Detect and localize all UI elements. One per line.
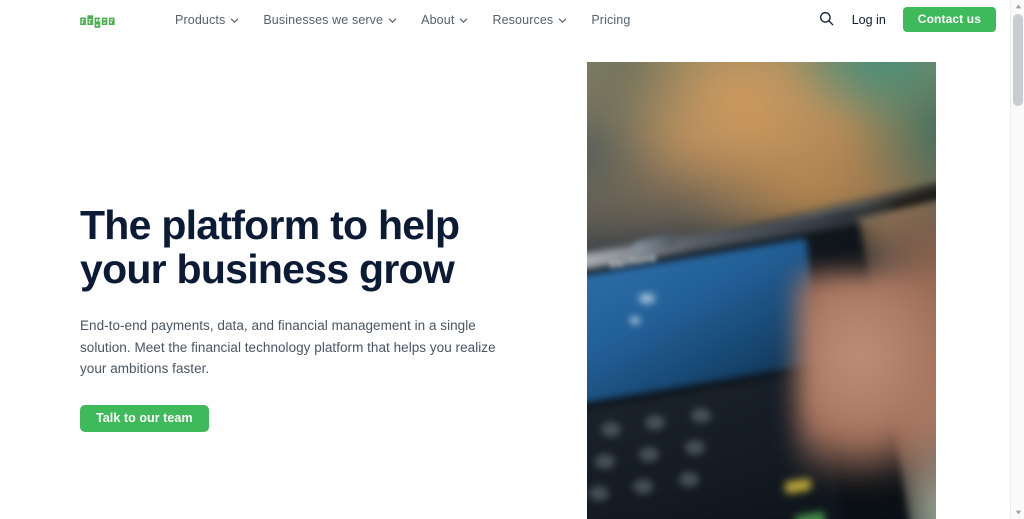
hero-copy: The platform to help your business grow … xyxy=(80,202,505,433)
nav-item-about[interactable]: About xyxy=(409,9,480,31)
chevron-down-icon xyxy=(558,16,567,25)
chevron-down-icon xyxy=(459,16,468,25)
hero-section: The platform to help your business grow … xyxy=(0,39,1010,519)
main-navigation: Products Businesses we serve About Resou… xyxy=(163,9,642,31)
search-icon xyxy=(819,11,834,29)
nav-item-businesses-we-serve[interactable]: Businesses we serve xyxy=(251,9,409,31)
site-header: Products Businesses we serve About Resou… xyxy=(0,0,1010,39)
nav-label: Pricing xyxy=(591,12,631,27)
keypad-key xyxy=(691,408,711,423)
screen-glint xyxy=(639,294,655,303)
login-link[interactable]: Log in xyxy=(840,8,898,32)
keypad-key xyxy=(595,454,615,469)
keypad-key xyxy=(639,447,659,462)
screen-glint xyxy=(630,317,640,324)
page-title: The platform to help your business grow xyxy=(80,202,460,292)
keypad-key xyxy=(685,440,705,455)
scroll-up-arrow[interactable] xyxy=(1011,0,1024,13)
chevron-down-icon xyxy=(230,16,239,25)
scrollbar-thumb[interactable] xyxy=(1013,14,1023,106)
scroll-down-arrow[interactable] xyxy=(1011,506,1024,519)
keypad-key xyxy=(601,422,621,437)
nav-label: Businesses we serve xyxy=(263,12,384,27)
page-root: Products Businesses we serve About Resou… xyxy=(0,0,1024,519)
hero-image-photo: Verifone xyxy=(587,62,936,519)
hand-blur xyxy=(796,272,936,482)
keypad-key xyxy=(679,472,699,487)
nav-label: Products xyxy=(175,12,226,27)
nav-label: About xyxy=(421,12,455,27)
nav-item-products[interactable]: Products xyxy=(163,9,251,31)
page-scrollbar[interactable] xyxy=(1010,0,1024,519)
talk-to-our-team-button[interactable]: Talk to our team xyxy=(80,405,209,433)
keypad-key xyxy=(633,479,653,494)
adyen-logo-mark xyxy=(80,14,115,28)
search-button[interactable] xyxy=(814,7,840,33)
chevron-down-icon xyxy=(388,16,397,25)
nav-item-resources[interactable]: Resources xyxy=(480,9,579,31)
nav-label: Resources xyxy=(492,12,554,27)
keypad-key xyxy=(645,415,665,430)
hero-subtitle: End-to-end payments, data, and financial… xyxy=(80,317,496,377)
nav-item-pricing[interactable]: Pricing xyxy=(579,9,642,31)
contact-us-button[interactable]: Contact us xyxy=(902,7,996,32)
header-actions: Log in Contact us xyxy=(814,7,1010,33)
hero-image: Verifone xyxy=(587,62,936,519)
keypad-key xyxy=(589,486,609,501)
adyen-logo[interactable] xyxy=(80,10,132,30)
